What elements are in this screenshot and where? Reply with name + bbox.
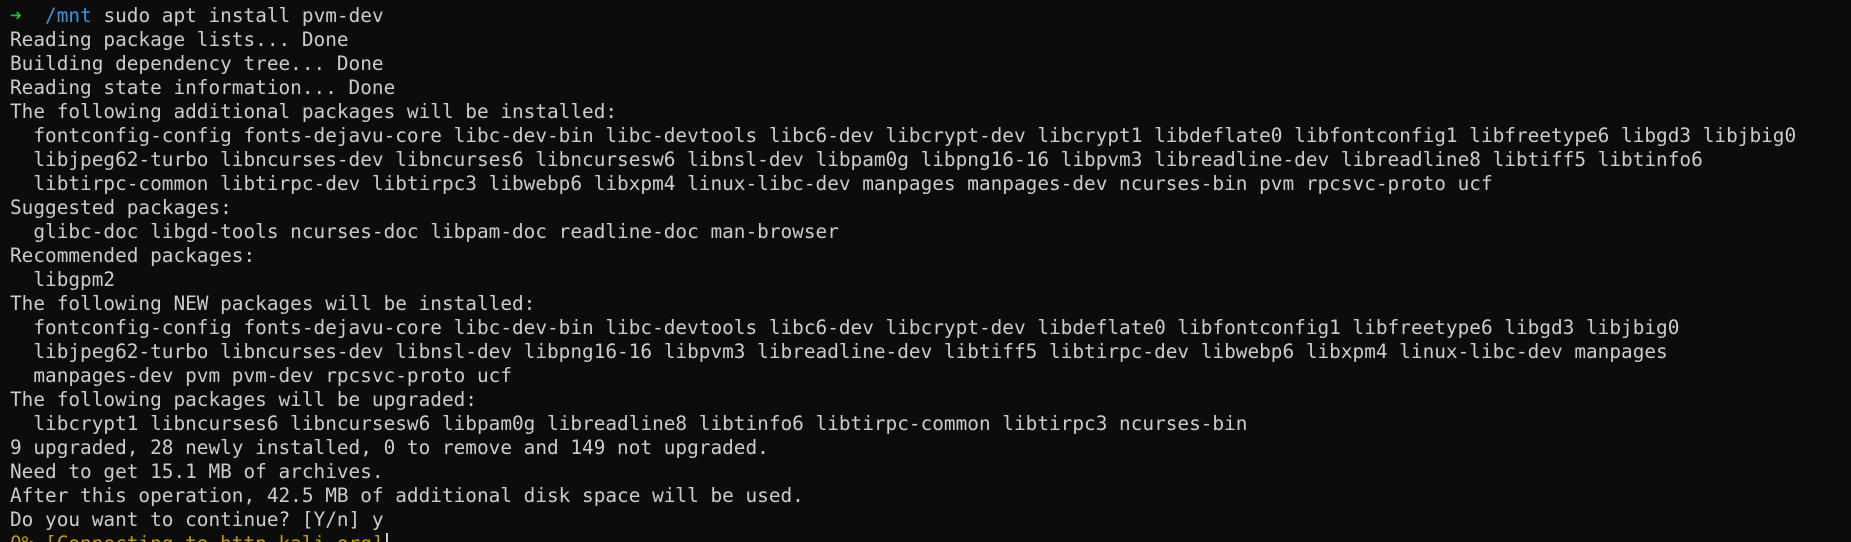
output-line: 9 upgraded, 28 newly installed, 0 to rem… [10,436,769,459]
output-line: Recommended packages: [10,244,256,267]
output-line: The following NEW packages will be insta… [10,292,536,315]
output-line: Building dependency tree... Done [10,52,384,75]
output-line: The following packages will be upgraded: [10,388,477,411]
output-line: glibc-doc libgd-tools ncurses-doc libpam… [10,220,839,243]
text-cursor[interactable] [385,533,388,542]
progress-status: 0% [Connecting to http.kali.org] [10,532,384,542]
prompt-arrow-icon: ➜ [10,4,22,27]
prompt-line: ➜ /mnt sudo apt install pvm-dev [10,4,1851,28]
progress-line: 0% [Connecting to http.kali.org] [10,532,1851,542]
output-line: libtirpc-common libtirpc-dev libtirpc3 l… [10,172,1493,195]
output-line: fontconfig-config fonts-dejavu-core libc… [10,316,1680,339]
output-line: manpages-dev pvm pvm-dev rpcsvc-proto uc… [10,364,512,387]
output-line: libcrypt1 libncurses6 libncursesw6 libpa… [10,412,1248,435]
output-line: Reading package lists... Done [10,28,349,51]
output-line: The following additional packages will b… [10,100,618,123]
continue-prompt-line: Do you want to continue? [Y/n] y [10,508,384,531]
output-line: Reading state information... Done [10,76,396,99]
prompt-directory: /mnt [45,4,92,27]
output-line: After this operation, 42.5 MB of additio… [10,484,804,507]
output-line: libjpeg62-turbo libncurses-dev libnsl-de… [10,340,1668,363]
prompt-command: sudo apt install pvm-dev [103,4,384,27]
output-line: libjpeg62-turbo libncurses-dev libncurse… [10,148,1703,171]
output-line: fontconfig-config fonts-dejavu-core libc… [10,124,1797,147]
output-line: libgpm2 [10,268,116,291]
terminal-window[interactable]: ➜ /mnt sudo apt install pvm-dev Reading … [0,0,1851,542]
output-line: Suggested packages: [10,196,232,219]
output-line: Need to get 15.1 MB of archives. [10,460,384,483]
